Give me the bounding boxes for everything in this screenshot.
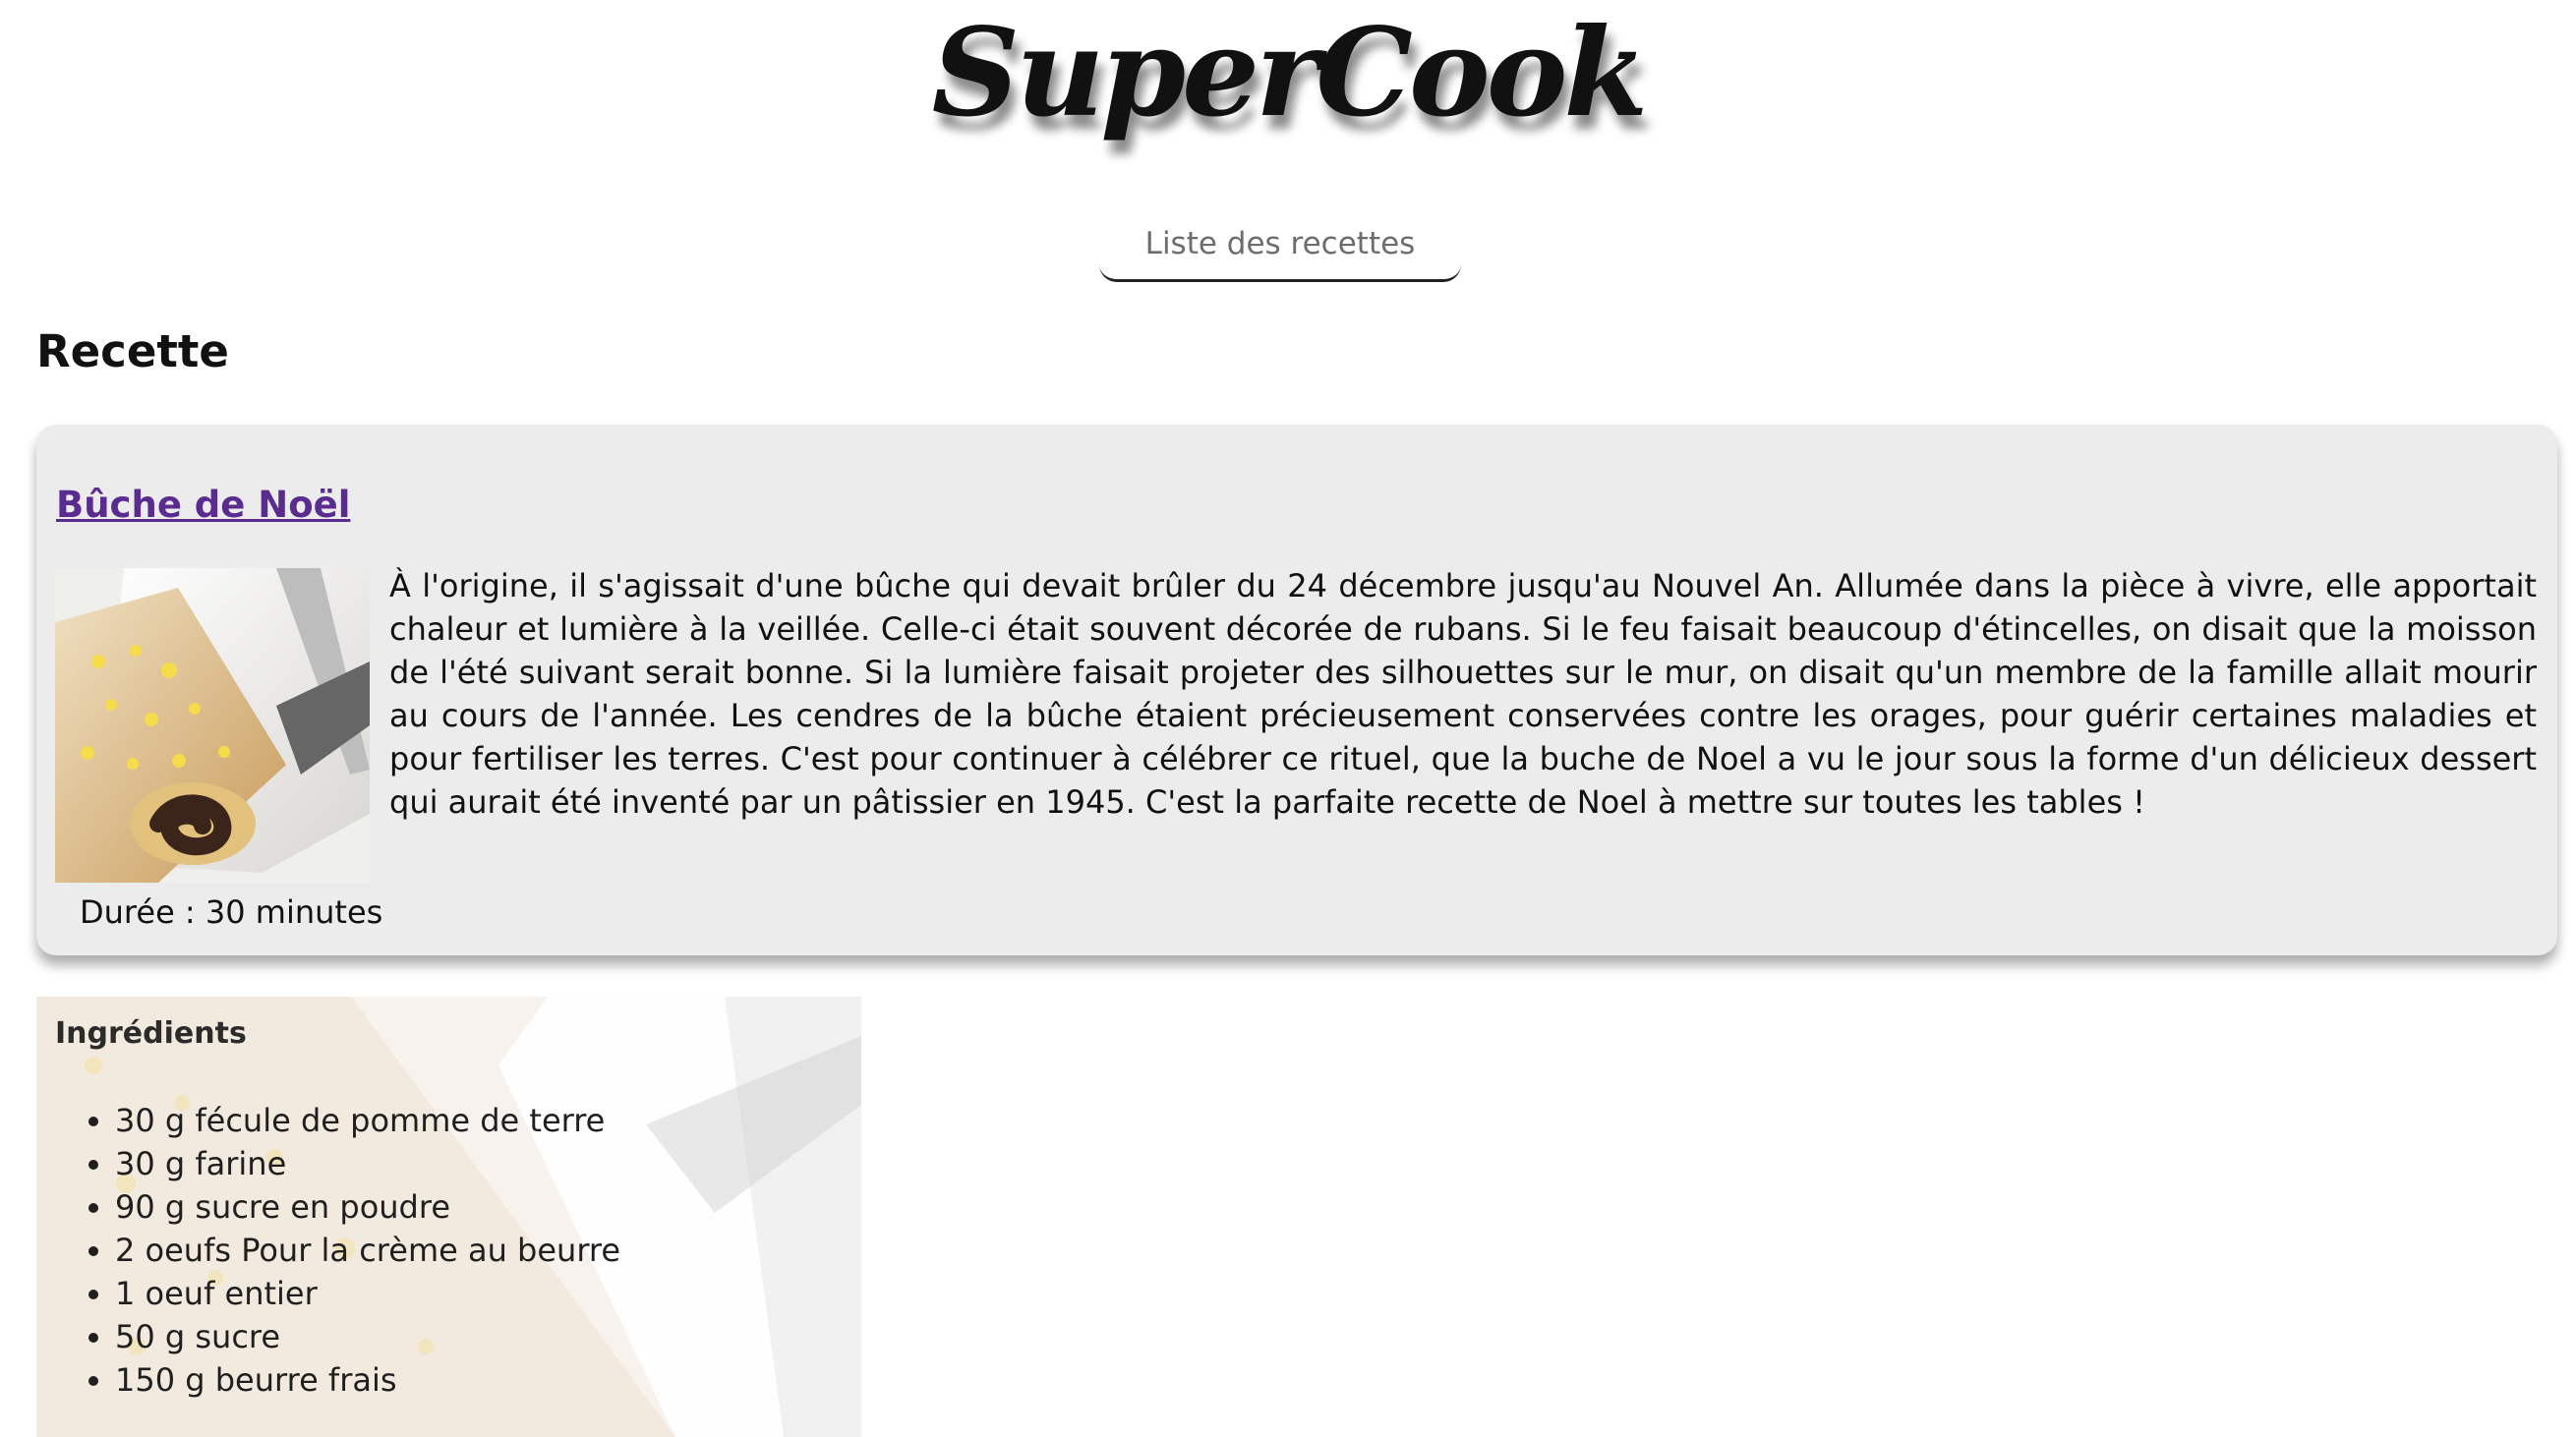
ingredient-item: 30 g fécule de pomme de terre: [115, 1099, 620, 1142]
site-logo[interactable]: SuperCook: [0, 0, 2576, 147]
ingredient-item: 1 oeuf entier: [115, 1272, 620, 1315]
ingredient-item: 150 g beurre frais: [115, 1358, 620, 1402]
ingredients-title: Ingrédients: [55, 1016, 247, 1051]
recipe-list-nav-link[interactable]: Liste des recettes: [1099, 210, 1461, 282]
recipe-title-link[interactable]: Bûche de Noël: [56, 478, 350, 533]
ingredient-item: 90 g sucre en poudre: [115, 1185, 620, 1229]
ingredient-item: 50 g sucre: [115, 1315, 620, 1358]
buche-photo-icon: [55, 568, 370, 883]
ingredients-panel: Ingrédients 30 g fécule de pomme de terr…: [36, 997, 861, 1437]
recipe-description: À l'origine, il s'agissait d'une bûche q…: [389, 567, 2537, 821]
recipe-duration: Durée : 30 minutes: [80, 893, 383, 931]
recipe-card: Bûche de Noël À l'origine, il s'agissait…: [36, 425, 2557, 955]
page: SuperCook Liste des recettes Recette Bûc…: [0, 0, 2576, 1437]
ingredient-item: 30 g farine: [115, 1142, 620, 1185]
ingredient-item: 2 oeufs Pour la crème au beurre: [115, 1229, 620, 1272]
ingredients-list: 30 g fécule de pomme de terre 30 g farin…: [55, 1099, 620, 1402]
page-title: Recette: [36, 325, 229, 377]
